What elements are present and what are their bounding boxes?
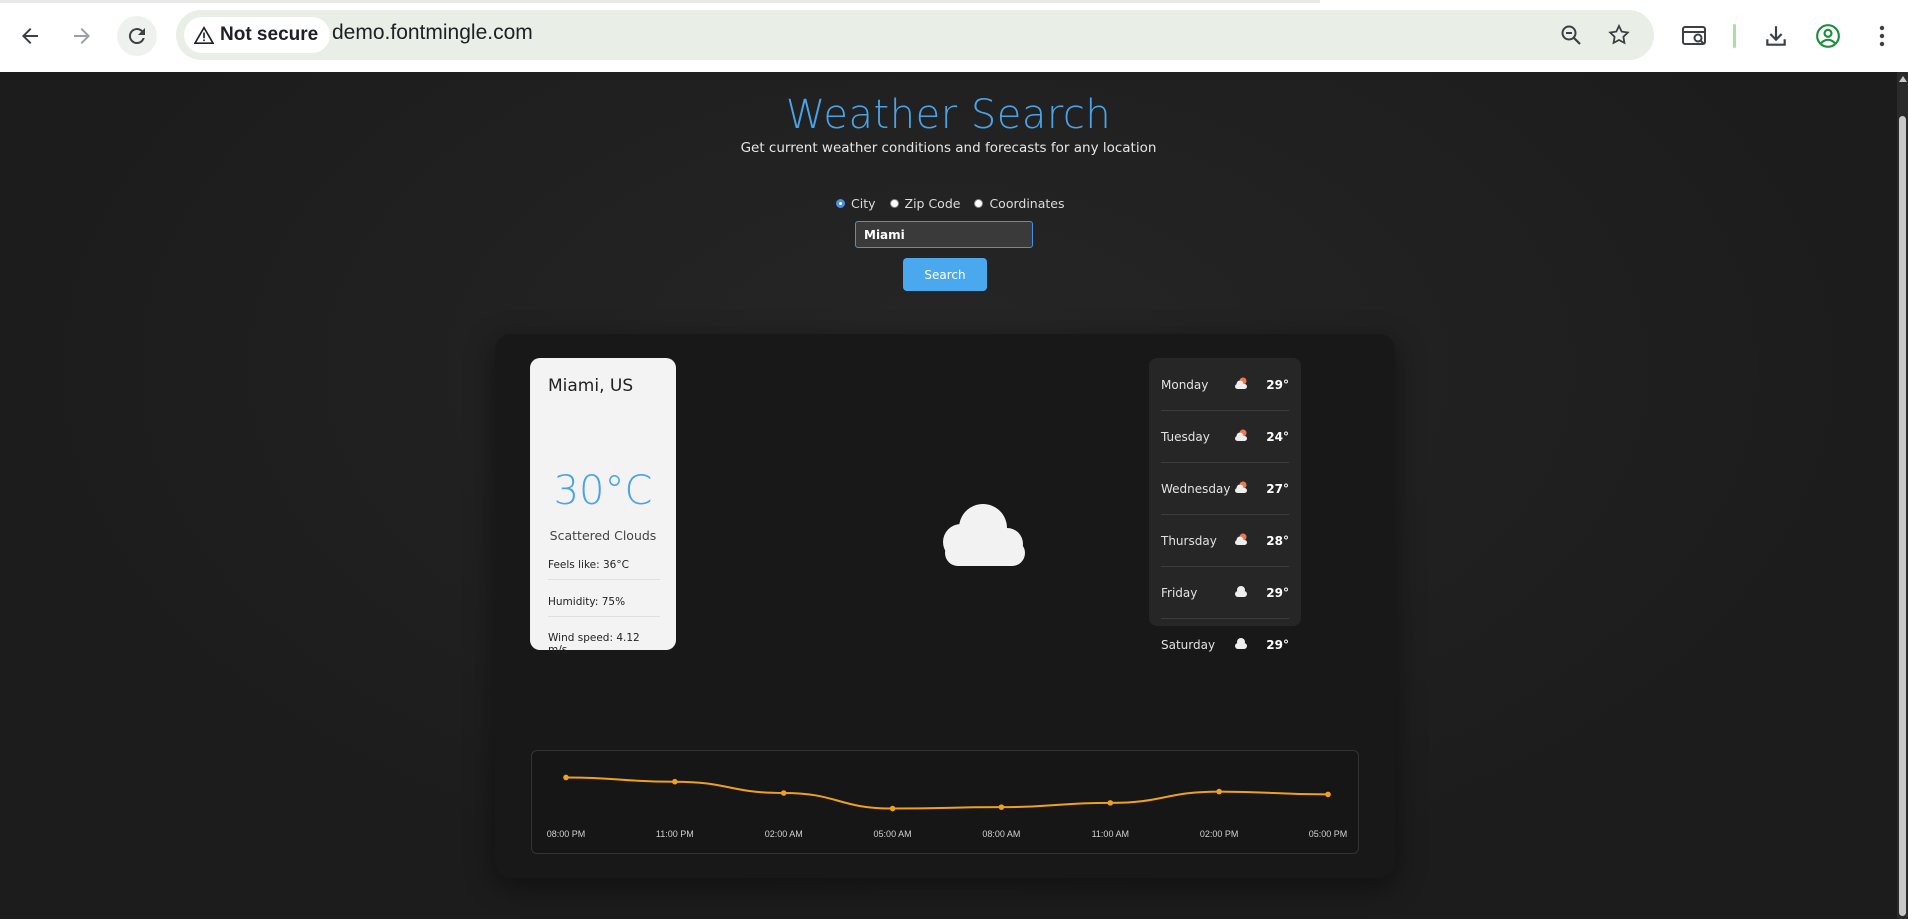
back-button[interactable]	[10, 16, 50, 56]
radio-zip-code[interactable]: Zip Code	[889, 196, 961, 211]
cloud-sun-icon	[1235, 429, 1247, 441]
radio-coordinates[interactable]: Coordinates	[974, 196, 1065, 211]
location-input[interactable]	[855, 221, 1033, 248]
warning-icon	[194, 26, 214, 44]
more-vert-icon	[1879, 25, 1885, 47]
current-weather-card: Miami, US 30°C Scattered Clouds Feels li…	[530, 358, 676, 656]
security-label: Not secure	[220, 24, 319, 45]
x-tick-label: 11:00 PM	[656, 829, 694, 839]
zoom-out-icon	[1561, 25, 1581, 45]
browser-toolbar: Not secure demo.fontmingle.com	[0, 0, 1908, 72]
arrow-left-icon	[22, 28, 38, 44]
cloud-sun-icon	[1235, 481, 1247, 493]
radio-button[interactable]	[836, 199, 845, 208]
tab-search-icon	[1682, 26, 1706, 45]
data-point	[1216, 788, 1222, 795]
cloud-icon	[1235, 586, 1247, 597]
humidity: Humidity: 75%	[548, 596, 660, 617]
security-indicator[interactable]: Not secure	[184, 17, 331, 53]
reload-button[interactable]	[117, 16, 157, 56]
forward-button[interactable]	[62, 16, 102, 56]
search-button[interactable]: Search	[903, 258, 987, 291]
page-subtitle: Get current weather conditions and forec…	[740, 140, 1157, 156]
forecast-day: Saturday	[1161, 638, 1216, 652]
url-text[interactable]: demo.fontmingle.com	[332, 21, 533, 45]
scroll-thumb[interactable]	[1899, 116, 1906, 916]
data-point	[780, 790, 787, 796]
tab-search-button[interactable]	[1677, 18, 1713, 54]
toolbar-divider	[1733, 24, 1736, 48]
forecast-temp: 24°	[1266, 430, 1289, 444]
arrow-right-icon	[74, 28, 90, 44]
forecast-row: Saturday 29°	[1161, 618, 1289, 670]
forecast-day: Thursday	[1161, 534, 1217, 548]
forecast-day: Wednesday	[1161, 482, 1231, 496]
current-temperature: 30°C	[553, 468, 653, 514]
forecast-temp: 29°	[1266, 638, 1289, 652]
data-point	[998, 804, 1005, 810]
forecast-temp: 29°	[1266, 378, 1289, 392]
search-type-group: City Zip Code Coordinates	[836, 196, 1065, 211]
downloads-button[interactable]	[1758, 18, 1794, 54]
forecast-row: Tuesday 24°	[1161, 410, 1289, 463]
forecast-row: Wednesday 27°	[1161, 462, 1289, 515]
forecast-day: Tuesday	[1161, 430, 1210, 444]
radio-button[interactable]	[889, 199, 899, 208]
profile-button[interactable]	[1810, 18, 1846, 54]
forecast-row: Friday 29°	[1161, 566, 1289, 619]
hourly-chart-svg: 08:00 PM 11:00 PM 02:00 AM 05:00 AM 08:00 AM…	[547, 774, 1348, 839]
download-icon	[1766, 26, 1786, 46]
radio-city[interactable]: City	[836, 196, 876, 211]
x-tick-label: 02:00 PM	[1200, 829, 1239, 839]
temperature-line	[565, 776, 1329, 810]
location-name: Miami, US	[548, 376, 634, 396]
weather-page: Weather Search Get current weather condi…	[0, 72, 1897, 919]
radio-button[interactable]	[974, 199, 984, 208]
loading-bar	[0, 0, 1320, 3]
data-point	[889, 805, 896, 812]
x-tick-label: 11:00 AM	[1092, 829, 1129, 839]
page-title: Weather Search	[785, 92, 1112, 138]
weather-dashboard: Miami, US 30°C Scattered Clouds Feels li…	[495, 334, 1395, 878]
forecast-temp: 27°	[1266, 482, 1289, 496]
forecast-day: Monday	[1161, 378, 1209, 392]
x-tick-label: 08:00 AM	[982, 829, 1020, 839]
menu-button[interactable]	[1864, 18, 1900, 54]
x-tick-label: 05:00 PM	[1309, 829, 1348, 839]
account-icon	[1816, 24, 1840, 48]
cloud-icon	[1235, 638, 1247, 649]
star-icon	[1608, 23, 1630, 45]
data-point	[672, 778, 678, 785]
feels-like: Feels like: 36°C	[548, 559, 660, 580]
forecast-row: Thursday 28°	[1161, 514, 1289, 567]
x-tick-label: 08:00 PM	[547, 829, 586, 839]
radio-label: Coordinates	[989, 196, 1065, 211]
wind-speed: Wind speed: 4.12 m/s	[548, 632, 640, 656]
forecast-panel: Monday 29° Tuesday 24° Wednesday 27° Thu…	[1149, 358, 1301, 652]
forecast-day: Friday	[1161, 586, 1198, 600]
data-point	[563, 774, 569, 781]
weather-condition: Scattered Clouds	[549, 528, 657, 543]
cloud-sun-icon	[1235, 533, 1247, 545]
scroll-up-arrow[interactable]	[1899, 76, 1907, 82]
x-tick-label: 02:00 AM	[765, 829, 803, 839]
page-scrollbar[interactable]	[1897, 72, 1908, 919]
zoom-button[interactable]	[1557, 21, 1585, 49]
data-point	[1325, 791, 1331, 798]
forecast-temp: 28°	[1266, 534, 1289, 548]
forecast-row: Monday 29°	[1161, 358, 1289, 411]
bookmark-button[interactable]	[1605, 21, 1633, 49]
forecast-temp: 29°	[1266, 586, 1289, 600]
x-tick-label: 05:00 AM	[874, 829, 912, 839]
hourly-chart: 08:00 PM 11:00 PM 02:00 AM 05:00 AM 08:00 AM…	[531, 750, 1359, 854]
cloud-icon	[943, 504, 1025, 566]
address-bar[interactable]: Not secure demo.fontmingle.com	[176, 10, 1654, 60]
cloud-sun-icon	[1235, 377, 1247, 389]
radio-label: Zip Code	[904, 196, 961, 211]
radio-label: City	[851, 196, 876, 211]
reload-icon	[128, 28, 145, 45]
data-point	[1107, 800, 1114, 806]
